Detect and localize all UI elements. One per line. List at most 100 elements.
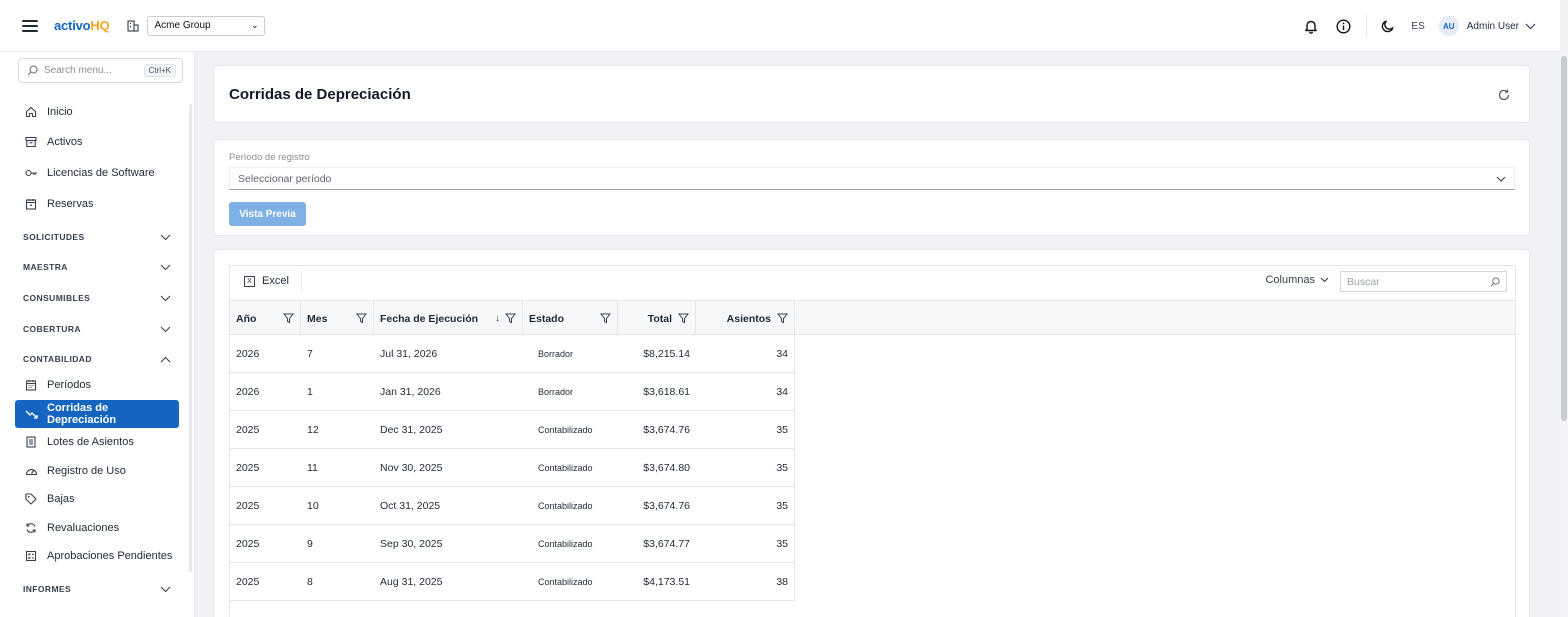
sort-descending-icon[interactable]: ↓ bbox=[495, 313, 500, 324]
search-icon bbox=[1490, 276, 1500, 286]
dark-mode-icon[interactable] bbox=[1379, 17, 1397, 35]
chevron-up-icon bbox=[160, 356, 171, 362]
page-header-card: Corridas de Depreciación bbox=[213, 65, 1530, 123]
cell-total: $8,215.14 bbox=[643, 348, 690, 360]
sidebar-item-inicio[interactable]: Inicio bbox=[15, 99, 179, 125]
columns-button[interactable]: Columnas bbox=[1265, 274, 1329, 286]
section-cobertura[interactable]: COBERTURA bbox=[23, 320, 171, 338]
column-header-total[interactable]: Total bbox=[618, 301, 696, 336]
column-header-year[interactable]: Año bbox=[230, 301, 301, 336]
cell-entries: 35 bbox=[776, 462, 788, 474]
chevron-down-icon bbox=[160, 264, 171, 270]
cell-total: $4,173.51 bbox=[643, 576, 690, 588]
shortcut-badge: Ctrl+K bbox=[143, 64, 176, 77]
period-label: Período de registro bbox=[229, 152, 310, 163]
table-row[interactable]: 2026 7 Jul 31, 2026 Borrador $8,215.14 34 bbox=[230, 335, 795, 373]
section-solicitudes[interactable]: SOLICITUDES bbox=[23, 228, 171, 246]
section-maestra[interactable]: MAESTRA bbox=[23, 258, 171, 276]
section-consumibles[interactable]: CONSUMIBLES bbox=[23, 289, 171, 307]
menu-search-input[interactable]: Search menu... Ctrl+K bbox=[18, 58, 183, 83]
cell-year: 2025 bbox=[236, 462, 260, 474]
cell-execution-date: Jul 31, 2026 bbox=[380, 348, 438, 360]
sidebar-item-revaluaciones[interactable]: Revaluaciones bbox=[15, 515, 179, 541]
gauge-icon bbox=[24, 464, 38, 478]
bell-icon[interactable] bbox=[1302, 17, 1320, 35]
cell-execution-date: Aug 31, 2025 bbox=[380, 576, 443, 588]
language-switcher[interactable]: ES bbox=[1411, 21, 1424, 32]
cell-total: $3,618.61 bbox=[643, 386, 690, 398]
table-row[interactable]: 2026 1 Jan 31, 2026 Borrador $3,618.61 34 bbox=[230, 373, 795, 411]
refresh-cycle-icon bbox=[24, 521, 38, 535]
sidebar-item-aprobaciones[interactable]: Aprobaciones Pendientes bbox=[15, 543, 179, 569]
filter-card: Período de registro Seleccionar período … bbox=[213, 139, 1530, 236]
cell-month: 8 bbox=[307, 576, 313, 588]
cell-execution-date: Jan 31, 2026 bbox=[380, 386, 441, 398]
cell-status: Contabilizado bbox=[538, 463, 593, 473]
page-title: Corridas de Depreciación bbox=[229, 86, 411, 103]
table-row[interactable]: 2025 11 Nov 30, 2025 Contabilizado $3,674.80… bbox=[230, 449, 795, 487]
refresh-icon[interactable] bbox=[1497, 88, 1511, 102]
filter-icon[interactable] bbox=[283, 313, 294, 324]
cell-month: 12 bbox=[307, 424, 319, 436]
filter-icon[interactable] bbox=[505, 313, 516, 324]
column-header-status[interactable]: Estado bbox=[523, 301, 618, 336]
search-icon bbox=[27, 65, 38, 76]
table-row[interactable]: 2025 12 Dec 31, 2025 Contabilizado $3,674.76… bbox=[230, 411, 795, 449]
period-select[interactable]: Seleccionar período bbox=[229, 167, 1515, 190]
avatar[interactable]: AU bbox=[1438, 16, 1459, 36]
filter-icon[interactable] bbox=[600, 313, 611, 324]
sidebar-item-lotes-asientos[interactable]: Lotes de Asientos bbox=[15, 429, 179, 455]
cell-year: 2025 bbox=[236, 500, 260, 512]
column-header-entries[interactable]: Asientos bbox=[696, 301, 795, 336]
table-row[interactable]: 2025 10 Oct 31, 2025 Contabilizado $3,674.76… bbox=[230, 487, 795, 525]
export-excel-button[interactable]: X Excel bbox=[244, 271, 302, 291]
menu-toggle-icon[interactable] bbox=[22, 19, 38, 32]
cell-month: 11 bbox=[307, 462, 318, 474]
section-contabilidad[interactable]: CONTABILIDAD bbox=[23, 350, 171, 368]
cell-status: Contabilizado bbox=[538, 577, 593, 587]
app-logo[interactable]: activoHQ bbox=[54, 18, 110, 33]
building-icon bbox=[127, 20, 139, 31]
cell-month: 10 bbox=[307, 500, 319, 512]
table-header: Año Mes Fecha de Ejecución ↓ Estado Tota… bbox=[230, 300, 1515, 336]
section-informes[interactable]: INFORMES bbox=[23, 580, 171, 598]
tag-icon bbox=[24, 492, 38, 506]
cell-status: Contabilizado bbox=[538, 425, 593, 435]
chevron-down-icon[interactable] bbox=[1525, 23, 1536, 30]
info-icon[interactable] bbox=[1334, 17, 1352, 35]
chevron-down-icon bbox=[1320, 277, 1329, 283]
sidebar-item-bajas[interactable]: Bajas bbox=[15, 486, 179, 512]
sidebar: Search menu... Ctrl+K Inicio Activos Lic… bbox=[0, 52, 195, 617]
sidebar-item-periodos[interactable]: Períodos bbox=[15, 372, 179, 398]
filter-icon[interactable] bbox=[356, 313, 367, 324]
sidebar-item-activos[interactable]: Activos bbox=[15, 129, 179, 155]
sidebar-item-licencias[interactable]: Licencias de Software bbox=[15, 160, 179, 186]
chevron-down-icon bbox=[160, 295, 171, 301]
filter-icon[interactable] bbox=[777, 313, 788, 324]
grid-search-input[interactable]: Buscar bbox=[1340, 271, 1507, 292]
chevron-down-icon bbox=[1496, 176, 1506, 182]
cell-entries: 35 bbox=[776, 538, 788, 550]
cell-execution-date: Sep 30, 2025 bbox=[380, 538, 443, 550]
sidebar-item-registro-uso[interactable]: Registro de Uso bbox=[15, 458, 179, 484]
filter-icon[interactable] bbox=[678, 313, 689, 324]
cell-status: Borrador bbox=[538, 387, 574, 397]
table-card: X Excel Columnas Buscar Año Mes Fecha de… bbox=[213, 249, 1530, 617]
table-row[interactable]: 2025 9 Sep 30, 2025 Contabilizado $3,674.77 3… bbox=[230, 525, 795, 563]
scrollbar-thumb[interactable] bbox=[1561, 56, 1567, 421]
table-row[interactable]: 2025 8 Aug 31, 2025 Contabilizado $4,173.51 3… bbox=[230, 563, 795, 601]
preview-button[interactable]: Vista Previa bbox=[229, 202, 306, 226]
toolbar-divider bbox=[1366, 15, 1368, 37]
column-header-month[interactable]: Mes bbox=[301, 301, 374, 336]
sidebar-item-corridas-depreciacion[interactable]: Corridas de Depreciación bbox=[15, 400, 179, 428]
sidebar-scrollbar[interactable] bbox=[189, 104, 192, 572]
page-scrollbar[interactable] bbox=[1560, 52, 1568, 617]
chevron-down-icon bbox=[160, 326, 171, 332]
organization-select[interactable]: Acme Group ⌄ bbox=[147, 15, 266, 36]
column-header-execution-date[interactable]: Fecha de Ejecución ↓ bbox=[374, 301, 523, 336]
sidebar-item-reservas[interactable]: Reservas bbox=[15, 191, 179, 217]
cell-total: $3,674.77 bbox=[643, 538, 690, 550]
top-bar: activoHQ Acme Group ⌄ ES AU Admin User bbox=[0, 0, 1560, 52]
trending-down-icon bbox=[24, 407, 38, 421]
user-name[interactable]: Admin User bbox=[1467, 21, 1519, 32]
